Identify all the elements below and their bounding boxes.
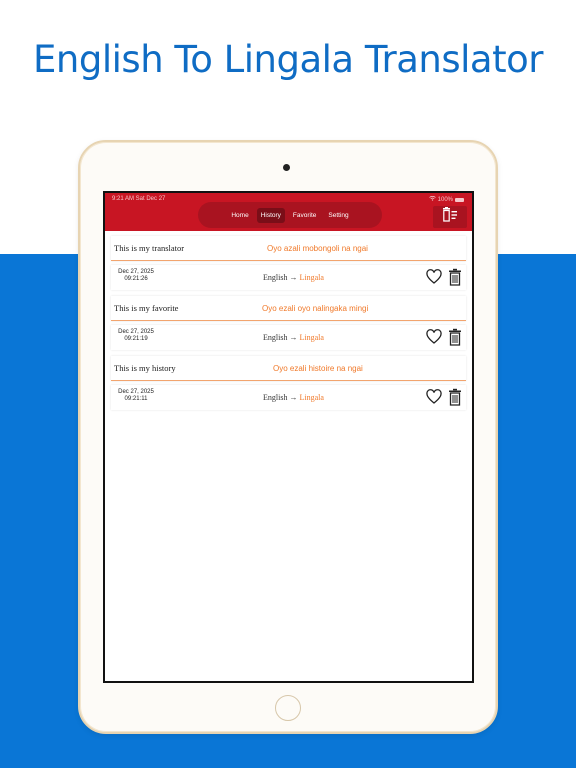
tab-home[interactable]: Home	[227, 208, 252, 223]
battery-percent: 100%	[437, 196, 453, 203]
source-text: This is my history	[114, 363, 176, 373]
app-screen: 9:21 AM Sat Dec 27 100% Home History Fav…	[103, 191, 474, 683]
trash-list-icon	[442, 207, 458, 227]
language-pair: English → Lingala	[263, 273, 324, 282]
timestamp: Dec 27, 2025 09:21:19	[116, 329, 156, 343]
arrow: →	[289, 393, 298, 402]
history-meta-row: Dec 27, 2025 09:21:11 English → Lingala	[111, 385, 466, 410]
battery-icon	[455, 197, 464, 202]
wifi-icon	[428, 195, 436, 203]
headline: English To Lingala Translator	[33, 38, 543, 81]
translated-text: Oyo azali mobongoli na ngai	[267, 243, 368, 253]
arrow: →	[289, 333, 298, 342]
tab-setting[interactable]: Setting	[324, 208, 352, 223]
status-indicators: 100%	[428, 195, 464, 203]
source-text: This is my favorite	[114, 303, 179, 313]
heart-icon[interactable]	[426, 269, 442, 285]
date-text: Dec 27, 2025	[118, 389, 154, 395]
history-meta-row: Dec 27, 2025 09:21:19 English → Lingala	[111, 325, 466, 350]
timestamp: Dec 27, 2025 09:21:11	[116, 389, 156, 403]
camera-icon	[283, 164, 290, 171]
date-text: Dec 27, 2025	[118, 269, 154, 275]
tab-bar: Home History Favorite Setting	[198, 202, 382, 228]
source-text: This is my translator	[114, 243, 185, 253]
arrow: →	[289, 273, 298, 282]
history-list: This is my translator Oyo azali mobongol…	[111, 236, 466, 416]
trash-icon[interactable]	[448, 268, 462, 286]
home-button[interactable]	[275, 695, 301, 721]
time-text: 09:21:11	[124, 396, 148, 402]
history-text-card[interactable]: This is my translator Oyo azali mobongol…	[111, 236, 466, 261]
history-text-card[interactable]: This is my favorite Oyo ezali oyo naling…	[111, 296, 466, 321]
top-bar: 9:21 AM Sat Dec 27 100% Home History Fav…	[105, 193, 472, 231]
history-item: This is my favorite Oyo ezali oyo naling…	[111, 296, 466, 350]
clear-history-button[interactable]	[433, 206, 467, 228]
trash-icon[interactable]	[448, 328, 462, 346]
language-pair: English → Lingala	[263, 393, 324, 402]
history-meta-row: Dec 27, 2025 09:21:26 English → Lingala	[111, 265, 466, 290]
history-text-card[interactable]: This is my history Oyo ezali histoire na…	[111, 356, 466, 381]
translated-text: Oyo ezali histoire na ngai	[273, 363, 363, 373]
from-language: English	[263, 333, 288, 342]
time-text: 09:21:26	[124, 276, 148, 282]
trash-icon[interactable]	[448, 388, 462, 406]
from-language: English	[263, 393, 288, 402]
from-language: English	[263, 273, 288, 282]
to-language: Lingala	[299, 333, 324, 342]
tab-history[interactable]: History	[256, 207, 285, 223]
translated-text: Oyo ezali oyo nalingaka mingi	[262, 303, 369, 313]
to-language: Lingala	[299, 273, 324, 282]
history-item: This is my translator Oyo azali mobongol…	[111, 236, 466, 290]
time-text: 09:21:19	[124, 336, 148, 342]
history-item: This is my history Oyo ezali histoire na…	[111, 356, 466, 410]
language-pair: English → Lingala	[263, 333, 324, 342]
heart-icon[interactable]	[426, 329, 442, 345]
date-text: Dec 27, 2025	[118, 329, 154, 335]
timestamp: Dec 27, 2025 09:21:26	[116, 269, 156, 283]
status-time: 9:21 AM Sat Dec 27	[112, 196, 166, 202]
heart-icon[interactable]	[426, 389, 442, 405]
to-language: Lingala	[299, 393, 324, 402]
tab-favorite[interactable]: Favorite	[289, 208, 320, 223]
